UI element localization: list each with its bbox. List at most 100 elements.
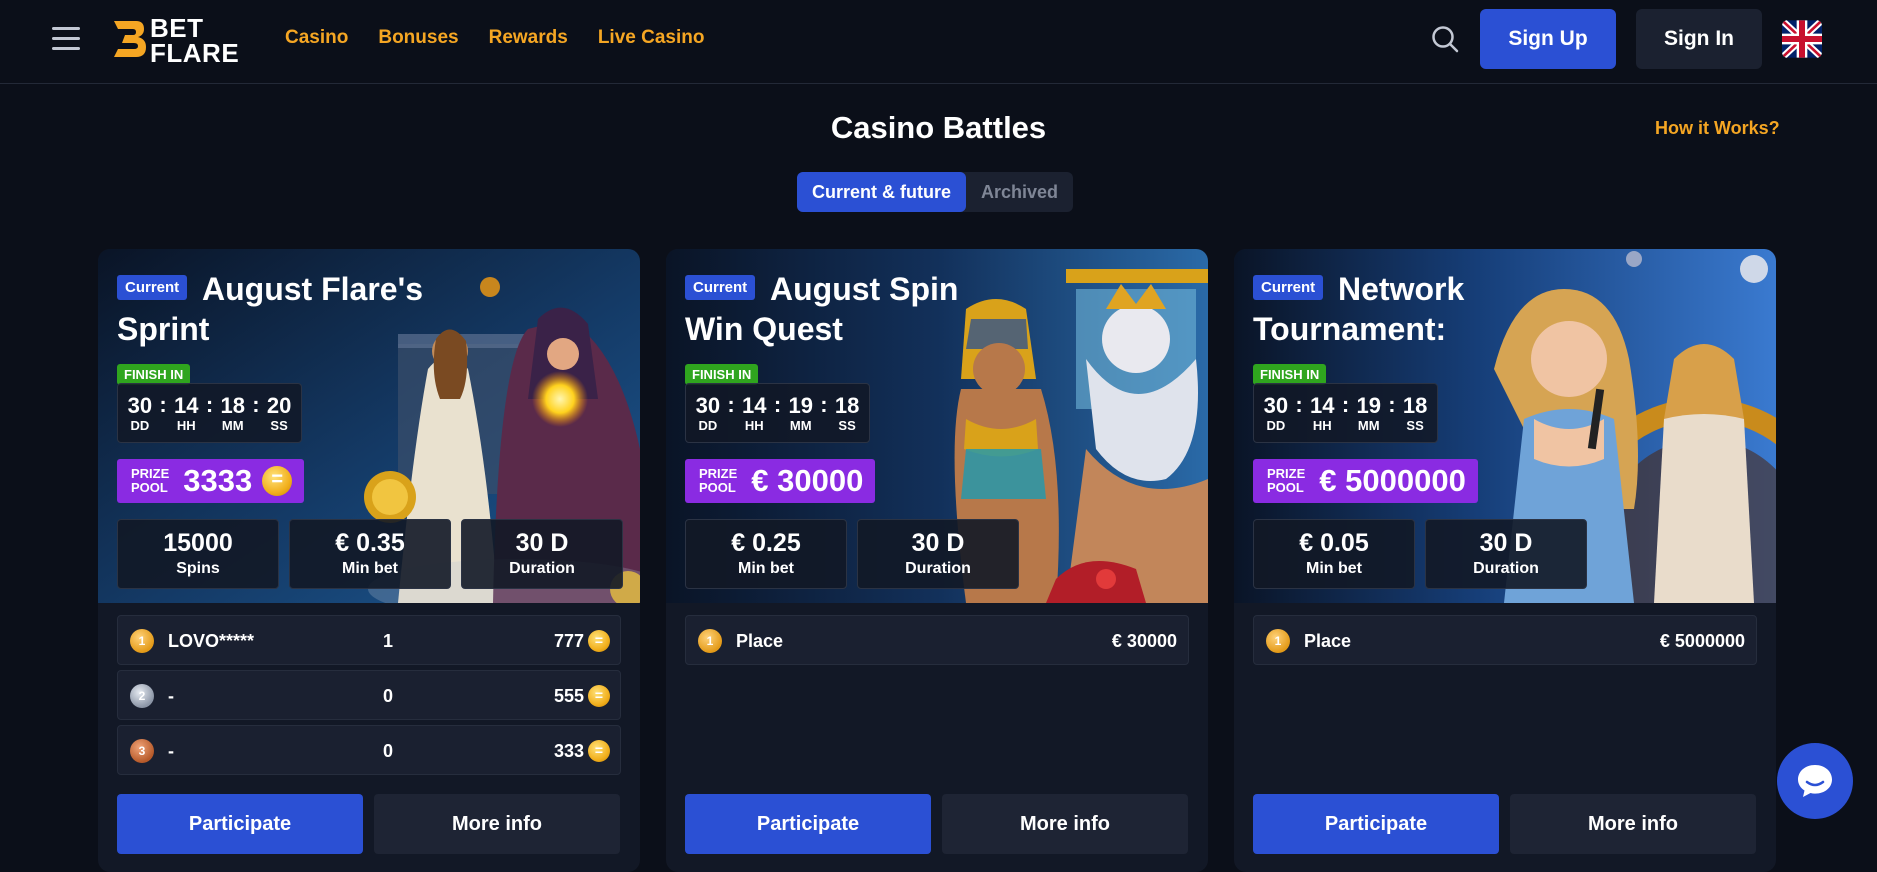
nav-casino[interactable]: Casino <box>285 27 348 49</box>
prize-pool: PRIZE POOL € 30000 <box>685 459 876 503</box>
prize-pool: PRIZE POOL 3333 <box>117 459 305 503</box>
timer-seconds: 18 <box>1402 392 1428 418</box>
more-info-button[interactable]: More info <box>1510 794 1756 854</box>
logo-mark-icon <box>114 21 146 57</box>
timer-hours-label: HH <box>176 417 196 433</box>
timer-minutes-label: MM <box>1357 417 1380 433</box>
finish-in-badge: FINISH IN <box>117 364 191 385</box>
coin-icon <box>588 630 610 652</box>
coin-icon <box>588 685 610 707</box>
timer-separator: : <box>1388 392 1396 417</box>
timer-days: 30 <box>695 392 721 418</box>
timer-seconds-label: SS <box>838 417 856 433</box>
player-points: 1 <box>383 631 394 651</box>
timer-days: 30 <box>1263 392 1289 418</box>
timer-separator: : <box>1341 392 1350 417</box>
stat-min-bet: € 0.25 Min bet <box>685 519 847 589</box>
place-row: 1 Place € 5000000 <box>1253 615 1757 665</box>
logo-text: BET FLARE <box>150 13 240 68</box>
leaderboard-row: 1 LOVO***** 1 777 <box>117 615 621 665</box>
timer-seconds-label: SS <box>270 417 288 433</box>
prize-pool-value: € 30000 <box>751 463 864 498</box>
timer-minutes-label: MM <box>221 417 244 433</box>
prize-pool-label: PRIZE POOL <box>1267 466 1306 495</box>
sign-in-button[interactable]: Sign In <box>1636 9 1762 69</box>
stat-min-bet: € 0.35 Min bet <box>289 519 451 589</box>
participate-button[interactable]: Participate <box>117 794 363 854</box>
player-name: LOVO***** <box>168 631 255 651</box>
tab-archived[interactable]: Archived <box>966 172 1073 212</box>
search-icon[interactable] <box>1430 24 1460 54</box>
card-banner: August Flare's Sprint Current FINISH IN … <box>98 249 640 603</box>
tab-current-future[interactable]: Current & future <box>797 172 966 212</box>
finish-in-badge: FINISH IN <box>685 364 759 385</box>
timer-hours-label: HH <box>744 417 764 433</box>
silver-medal-icon: 2 <box>130 684 154 708</box>
countdown-timer: 30 DD : 14 HH : 18 MM : 20 SS <box>117 383 302 443</box>
place-row: 1 Place € 30000 <box>685 615 1189 665</box>
stat-min-bet: € 0.05 Min bet <box>1253 519 1415 589</box>
card-actions: Participate More info <box>117 794 620 854</box>
timer-minutes-label: MM <box>789 417 812 433</box>
gold-medal-icon: 1 <box>698 629 722 653</box>
timer-days-label: DD <box>698 417 718 433</box>
chat-button[interactable] <box>1777 743 1853 819</box>
top-header: BET FLARE Casino Bonuses Rewards Live Ca… <box>0 0 1877 84</box>
prize-pool-label: PRIZE POOL <box>699 466 738 495</box>
timer-hours: 14 <box>174 392 199 418</box>
finish-in-badge: FINISH IN <box>1253 364 1327 385</box>
prize-amount: € 5000000 <box>1659 631 1745 651</box>
prize-amount: 777 <box>553 631 584 651</box>
timer-separator: : <box>727 392 735 417</box>
battle-stats: € 0.25 Min bet 30 D Duration <box>685 519 1019 589</box>
stat-duration: 30 D Duration <box>857 519 1019 589</box>
prize-pool-label: PRIZE POOL <box>131 466 170 495</box>
prize-amount: 333 <box>553 741 584 761</box>
status-badge: Current <box>1253 275 1324 300</box>
leaderboard: 1 LOVO***** 1 777 2 - 0 555 3 - 0 333 <box>117 615 621 780</box>
battle-card: August Spin Win Quest Current FINISH IN … <box>666 249 1208 872</box>
card-banner: August Spin Win Quest Current FINISH IN … <box>666 249 1208 603</box>
timer-seconds: 20 <box>266 392 292 418</box>
nav-rewards[interactable]: Rewards <box>489 27 568 49</box>
prize-amount: 555 <box>553 686 584 706</box>
coin-icon <box>262 466 293 496</box>
timer-days-label: DD <box>130 417 150 433</box>
timer-days: 30 <box>127 392 153 418</box>
player-name: - <box>168 686 174 706</box>
place-label: Place <box>1304 631 1352 651</box>
stat-duration: 30 D Duration <box>1425 519 1587 589</box>
prize-amount: € 30000 <box>1111 631 1177 651</box>
leaderboard-row: 3 - 0 333 <box>117 725 621 775</box>
timer-hours: 14 <box>742 392 767 418</box>
card-actions: Participate More info <box>685 794 1188 854</box>
nav-live-casino[interactable]: Live Casino <box>598 27 705 49</box>
betflare-logo[interactable]: BET FLARE <box>110 13 245 68</box>
countdown-timer: 30 DD : 14 HH : 19 MM : 18 SS <box>1253 383 1438 443</box>
page-title: Casino Battles <box>830 110 1047 145</box>
player-points: 0 <box>383 741 394 761</box>
battle-stats: € 0.05 Min bet 30 D Duration <box>1253 519 1587 589</box>
participate-button[interactable]: Participate <box>685 794 931 854</box>
timer-days-label: DD <box>1266 417 1286 433</box>
timer-separator: : <box>159 392 167 417</box>
menu-icon[interactable] <box>52 27 80 50</box>
timer-separator: : <box>252 392 260 417</box>
gold-medal-icon: 1 <box>1266 629 1290 653</box>
sign-up-button[interactable]: Sign Up <box>1480 9 1616 69</box>
how-it-works-link[interactable]: How it Works? <box>1655 118 1780 139</box>
timer-minutes: 18 <box>220 392 245 418</box>
player-name: - <box>168 741 174 761</box>
battle-card: August Flare's Sprint Current FINISH IN … <box>98 249 640 872</box>
stat-spins: 15000 Spins <box>117 519 279 589</box>
timer-seconds-label: SS <box>1406 417 1424 433</box>
timer-hours-label: HH <box>1312 417 1332 433</box>
more-info-button[interactable]: More info <box>942 794 1188 854</box>
participate-button[interactable]: Participate <box>1253 794 1499 854</box>
nav-bonuses[interactable]: Bonuses <box>378 27 458 49</box>
place-label: Place <box>736 631 784 651</box>
timer-minutes: 19 <box>1356 392 1381 418</box>
battle-card: Network Tournament: Pragmati... Current … <box>1234 249 1776 872</box>
uk-flag-icon[interactable] <box>1782 20 1822 58</box>
more-info-button[interactable]: More info <box>374 794 620 854</box>
